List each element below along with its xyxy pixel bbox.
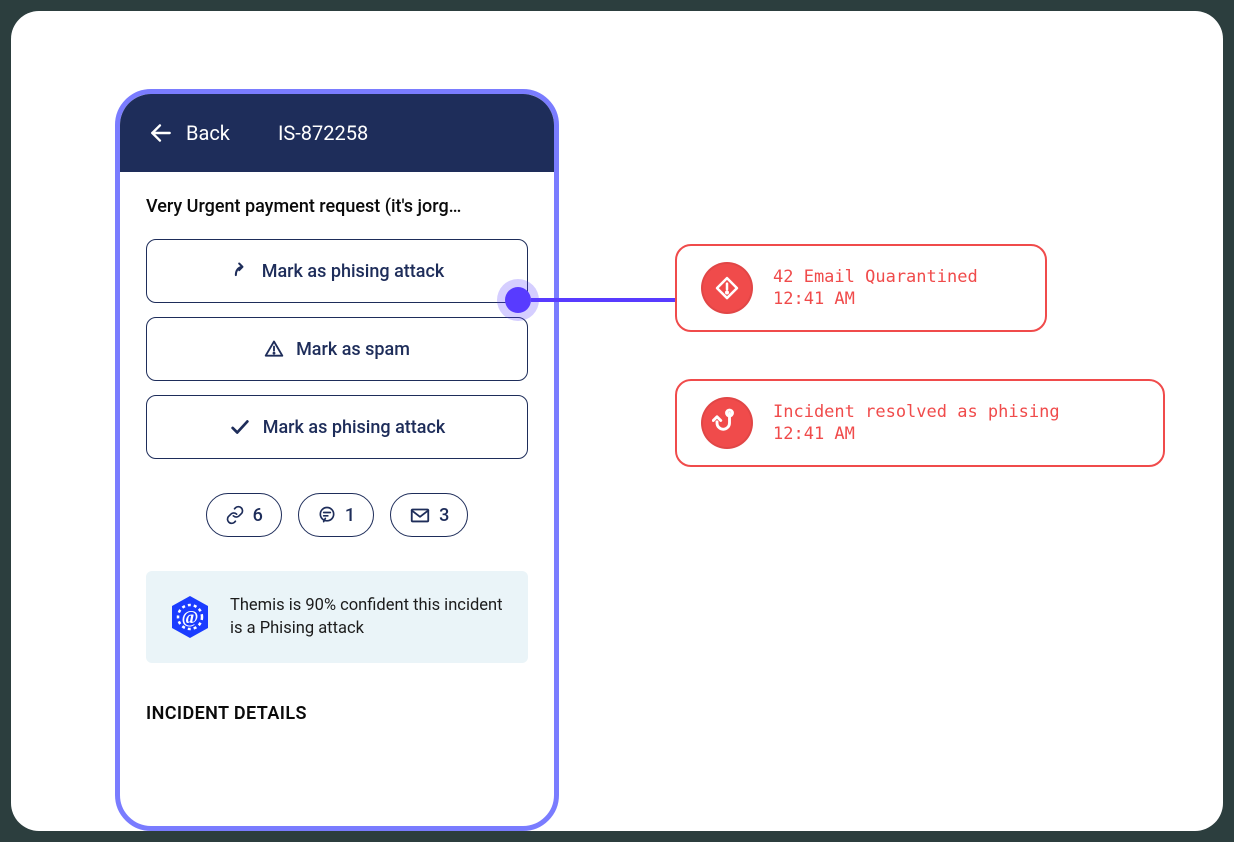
action-label: Mark as phising attack	[263, 417, 446, 438]
links-count: 6	[253, 505, 263, 526]
back-arrow-icon[interactable]	[148, 120, 174, 146]
alert-time: 12:41 AM	[773, 289, 978, 309]
confidence-text: Themis is 90% confident this incident is…	[230, 594, 508, 640]
comments-pill[interactable]: 1	[298, 493, 374, 537]
counts-row: 6 1	[146, 493, 528, 537]
incident-title: Very Urgent payment request (it's jorg…	[146, 196, 528, 217]
hook-icon	[701, 397, 753, 449]
action-label: Mark as phising attack	[262, 261, 445, 282]
emails-pill[interactable]: 3	[390, 493, 468, 537]
mail-icon	[409, 504, 431, 526]
incident-id: IS-872258	[278, 121, 368, 145]
warning-triangle-icon	[264, 339, 284, 359]
connector-line	[531, 298, 675, 302]
link-icon	[225, 505, 245, 525]
mark-spam-button[interactable]: Mark as spam	[146, 317, 528, 381]
device-header: Back IS-872258	[120, 94, 554, 172]
links-pill[interactable]: 6	[206, 493, 282, 537]
alert-resolved-card: Incident resolved as phising 12:41 AM	[675, 379, 1165, 467]
alert-title: 42 Email Quarantined	[773, 267, 978, 287]
incident-details-heading: INCIDENT DETAILS	[146, 703, 528, 724]
emails-count: 3	[439, 505, 449, 526]
device-body: Very Urgent payment request (it's jorg… …	[120, 172, 554, 724]
arrow-curve-up-icon	[230, 261, 250, 281]
mark-phishing-button[interactable]: Mark as phising attack	[146, 239, 528, 303]
canvas: Back IS-872258 Very Urgent payment reque…	[11, 11, 1223, 831]
diamond-alert-icon	[701, 262, 753, 314]
mark-phishing-button-2[interactable]: Mark as phising attack	[146, 395, 528, 459]
svg-text:@: @	[182, 607, 199, 627]
alert-time: 12:41 AM	[773, 424, 1060, 444]
comment-icon	[317, 505, 337, 525]
mobile-device-frame: Back IS-872258 Very Urgent payment reque…	[115, 89, 559, 831]
confidence-card: @ Themis is 90% confident this incident …	[146, 571, 528, 663]
alert-quarantine-card: 42 Email Quarantined 12:41 AM	[675, 244, 1047, 332]
check-icon	[229, 416, 251, 438]
themis-badge-icon: @	[166, 593, 214, 641]
back-button-label[interactable]: Back	[186, 121, 230, 145]
comments-count: 1	[345, 505, 355, 526]
action-label: Mark as spam	[296, 339, 410, 360]
alert-title: Incident resolved as phising	[773, 402, 1060, 422]
